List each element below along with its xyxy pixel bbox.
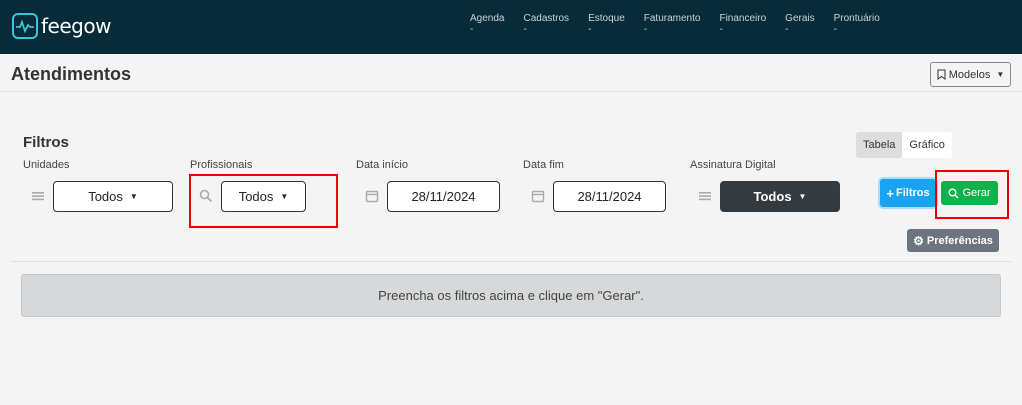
gear-icon: ⚙ xyxy=(913,233,924,248)
nav-caret: - xyxy=(523,24,527,35)
assinatura-select[interactable]: Todos ▼ xyxy=(720,181,840,212)
nav-label: Financeiro xyxy=(719,13,767,24)
modelos-label: Modelos xyxy=(948,68,991,81)
data-fim-label: Data fim xyxy=(523,159,564,171)
nav-caret: - xyxy=(719,24,723,35)
modelos-dropdown-button[interactable]: Modelos ▼ xyxy=(930,62,1011,87)
nav-caret: - xyxy=(643,24,648,35)
nav-prontuario[interactable]: Prontuário - xyxy=(834,13,880,35)
nav-financeiro[interactable]: Financeiro - xyxy=(719,13,766,35)
preferencias-button[interactable]: ⚙ Preferências xyxy=(907,229,999,252)
highlight-box-gerar xyxy=(935,170,1009,219)
nav-label: Estoque xyxy=(588,13,625,24)
list-icon xyxy=(31,189,45,203)
assinatura-value: Todos xyxy=(753,189,792,204)
nav-estoque[interactable]: Estoque - xyxy=(588,13,625,35)
caret-down-icon: ▼ xyxy=(129,192,138,201)
feegow-logo[interactable]: feegow xyxy=(12,13,111,39)
pulse-icon xyxy=(12,13,38,39)
calendar-icon xyxy=(531,189,545,203)
unidades-label: Unidades xyxy=(23,159,70,171)
nav-label: Faturamento xyxy=(643,13,701,24)
nav-label: Agenda xyxy=(470,13,505,24)
nav-cadastros[interactable]: Cadastros - xyxy=(523,13,569,35)
data-fim-value: 28/11/2024 xyxy=(577,189,642,204)
data-inicio-label: Data início xyxy=(356,159,408,171)
calendar-icon xyxy=(365,189,379,203)
assinatura-label: Assinatura Digital xyxy=(690,159,776,171)
nav-caret: - xyxy=(785,24,789,35)
empty-state-notice: Preencha os filtros acima e clique em "G… xyxy=(21,274,1001,317)
nav-label: Gerais xyxy=(785,13,815,24)
data-inicio-value: 28/11/2024 xyxy=(411,189,476,204)
content-divider xyxy=(11,261,1011,262)
nav-label: Cadastros xyxy=(523,13,570,24)
view-toggle: Tabela Gráfico xyxy=(856,132,952,158)
nav-caret: - xyxy=(833,24,837,35)
caret-down-icon: ▼ xyxy=(996,70,1005,79)
nav-label: Prontuário xyxy=(833,13,880,24)
brand-name: feegow xyxy=(41,14,111,38)
main-menu: Agenda - Cadastros - Estoque - Faturamento -… xyxy=(470,13,899,35)
profissionais-label: Profissionais xyxy=(190,159,253,171)
data-fim-input[interactable]: 28/11/2024 xyxy=(553,181,666,212)
highlight-box-profissionais xyxy=(189,174,338,228)
unidades-select[interactable]: Todos ▼ xyxy=(53,181,173,212)
tab-grafico[interactable]: Gráfico xyxy=(902,132,952,158)
unidades-value: Todos xyxy=(88,189,123,204)
plus-icon: + xyxy=(886,185,894,201)
nav-caret: - xyxy=(470,24,474,35)
filtros-label: Filtros xyxy=(895,187,930,199)
preferencias-label: Preferências xyxy=(926,234,993,247)
tab-tabela[interactable]: Tabela xyxy=(856,132,903,158)
caret-down-icon: ▼ xyxy=(798,192,807,201)
nav-faturamento[interactable]: Faturamento - xyxy=(644,13,701,35)
nav-gerais[interactable]: Gerais - xyxy=(785,13,814,35)
page-title: Atendimentos xyxy=(11,64,132,84)
nav-agenda[interactable]: Agenda - xyxy=(470,13,504,35)
data-inicio-input[interactable]: 28/11/2024 xyxy=(387,181,500,212)
filters-title: Filtros xyxy=(23,134,69,151)
list-icon xyxy=(698,189,712,203)
filtros-button[interactable]: + Filtros xyxy=(880,179,936,207)
header-divider xyxy=(0,91,1022,92)
nav-caret: - xyxy=(588,24,592,35)
top-navbar: feegow Agenda - Cadastros - Estoque - Fatur… xyxy=(0,0,1022,54)
bookmark-icon xyxy=(937,69,946,80)
